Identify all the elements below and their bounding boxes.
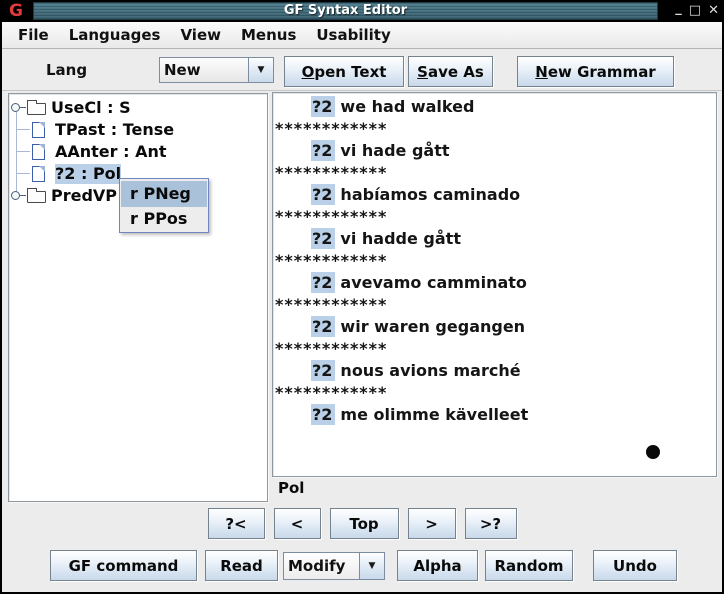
tree-handle-stem (20, 107, 26, 108)
syntax-tree-panel: UseCl : S TPast : Tense AAnter : Ant ?2 … (8, 93, 268, 502)
focus-dot (646, 445, 660, 459)
lang-combobox-value: New (160, 58, 248, 82)
sentence-german: ?2wir waren gegangen (273, 316, 716, 338)
tree-handle-stem (20, 195, 26, 196)
folder-icon (27, 103, 46, 115)
gf-command-button[interactable]: GF command (50, 550, 197, 581)
separator-line: ************ (273, 206, 716, 228)
separator-line: ************ (273, 294, 716, 316)
sentence-norwegian: ?2vi hadde gått (273, 228, 716, 250)
open-text-button[interactable]: Open Text (284, 56, 404, 87)
popup-item-ppos[interactable]: r PPos (121, 207, 207, 231)
sentence-spanish: ?2habíamos caminado (273, 184, 716, 206)
alpha-button[interactable]: Alpha (397, 550, 478, 581)
tree-node-pol-selected[interactable]: ?2 : Pol (55, 164, 121, 184)
leaf-icon (32, 122, 45, 138)
metavariable-token[interactable]: ?2 (311, 316, 335, 337)
next-metavariable-button[interactable]: >? (465, 508, 517, 539)
separator-line: ************ (273, 162, 716, 184)
tree-connector-line (16, 129, 30, 130)
tree-node-tpast[interactable]: TPast : Tense (55, 120, 174, 140)
titlebar[interactable]: G GF Syntax Editor _ □ ✕ (0, 0, 724, 22)
tree-connector-line (16, 151, 30, 152)
menu-languages[interactable]: Languages (59, 26, 171, 44)
linearization-panel[interactable]: ?2we had walked ************ ?2vi hade g… (272, 92, 717, 477)
metavariable-token[interactable]: ?2 (311, 96, 335, 117)
tree-node-usecl[interactable]: UseCl : S (51, 98, 131, 118)
separator-line: ************ (273, 338, 716, 360)
window-controls: _ □ ✕ (675, 0, 719, 22)
modify-combobox-value: Modify (284, 553, 359, 579)
metavariable-token[interactable]: ?2 (311, 272, 335, 293)
save-as-button[interactable]: Save As (408, 56, 493, 87)
metavariable-token[interactable]: ?2 (311, 404, 335, 425)
window-title: GF Syntax Editor (33, 2, 658, 20)
undo-button[interactable]: Undo (593, 550, 677, 581)
top-button[interactable]: Top (330, 508, 399, 539)
lang-combobox[interactable]: New ▼ (159, 57, 274, 83)
sentence-finnish: ?2me olimme kävelleet (273, 404, 716, 426)
random-button[interactable]: Random (485, 550, 573, 581)
menu-file[interactable]: File (8, 26, 59, 44)
gf-syntax-editor-window: G GF Syntax Editor _ □ ✕ File Languages … (0, 0, 724, 594)
toolbar: Lang New ▼ Open Text Save As New Grammar (2, 49, 722, 91)
metavariable-token[interactable]: ?2 (311, 140, 335, 161)
tree-node-aanter[interactable]: AAnter : Ant (55, 142, 167, 162)
chevron-down-icon[interactable]: ▼ (359, 553, 384, 579)
maximize-icon[interactable]: □ (689, 1, 701, 21)
menu-usability[interactable]: Usability (306, 26, 400, 44)
menu-bar: File Languages View Menus Usability (2, 22, 722, 49)
metavariable-token[interactable]: ?2 (311, 184, 335, 205)
new-grammar-button[interactable]: New Grammar (517, 56, 674, 87)
chevron-down-icon[interactable]: ▼ (248, 58, 273, 82)
leaf-icon (32, 166, 45, 182)
metavariable-token[interactable]: ?2 (311, 228, 335, 249)
separator-line: ************ (273, 118, 716, 140)
tree-node-predvp[interactable]: PredVP (51, 186, 117, 206)
sentence-italian: ?2avevamo camminato (273, 272, 716, 294)
next-node-button[interactable]: > (408, 508, 456, 539)
read-button[interactable]: Read (205, 550, 278, 581)
status-label: Pol (278, 479, 304, 497)
menu-menus[interactable]: Menus (231, 26, 306, 44)
tree-expand-handle-icon[interactable] (11, 103, 20, 112)
popup-item-pneg[interactable]: r PNeg (121, 181, 207, 207)
sentence-english: ?2we had walked (273, 96, 716, 118)
close-icon[interactable]: ✕ (708, 1, 719, 21)
minimize-icon[interactable]: _ (675, 0, 682, 19)
navigation-row: ?< < Top > >? (0, 508, 724, 539)
folder-icon (27, 191, 46, 203)
refinement-popup-menu: r PNeg r PPos (119, 178, 209, 233)
tree-collapse-handle-icon[interactable] (11, 191, 20, 200)
app-logo-icon: G (5, 0, 27, 22)
tree-connector-line (16, 112, 17, 192)
menu-view[interactable]: View (170, 26, 231, 44)
metavariable-token[interactable]: ?2 (311, 360, 335, 381)
leaf-icon (32, 144, 45, 160)
tree-connector-line (16, 173, 30, 174)
prev-node-button[interactable]: < (274, 508, 321, 539)
separator-line: ************ (273, 250, 716, 272)
sentence-french: ?2nous avions marché (273, 360, 716, 382)
lang-label: Lang (46, 49, 87, 91)
separator-line: ************ (273, 382, 716, 404)
prev-metavariable-button[interactable]: ?< (208, 508, 265, 539)
sentence-swedish: ?2vi hade gått (273, 140, 716, 162)
modify-combobox[interactable]: Modify ▼ (283, 552, 385, 580)
